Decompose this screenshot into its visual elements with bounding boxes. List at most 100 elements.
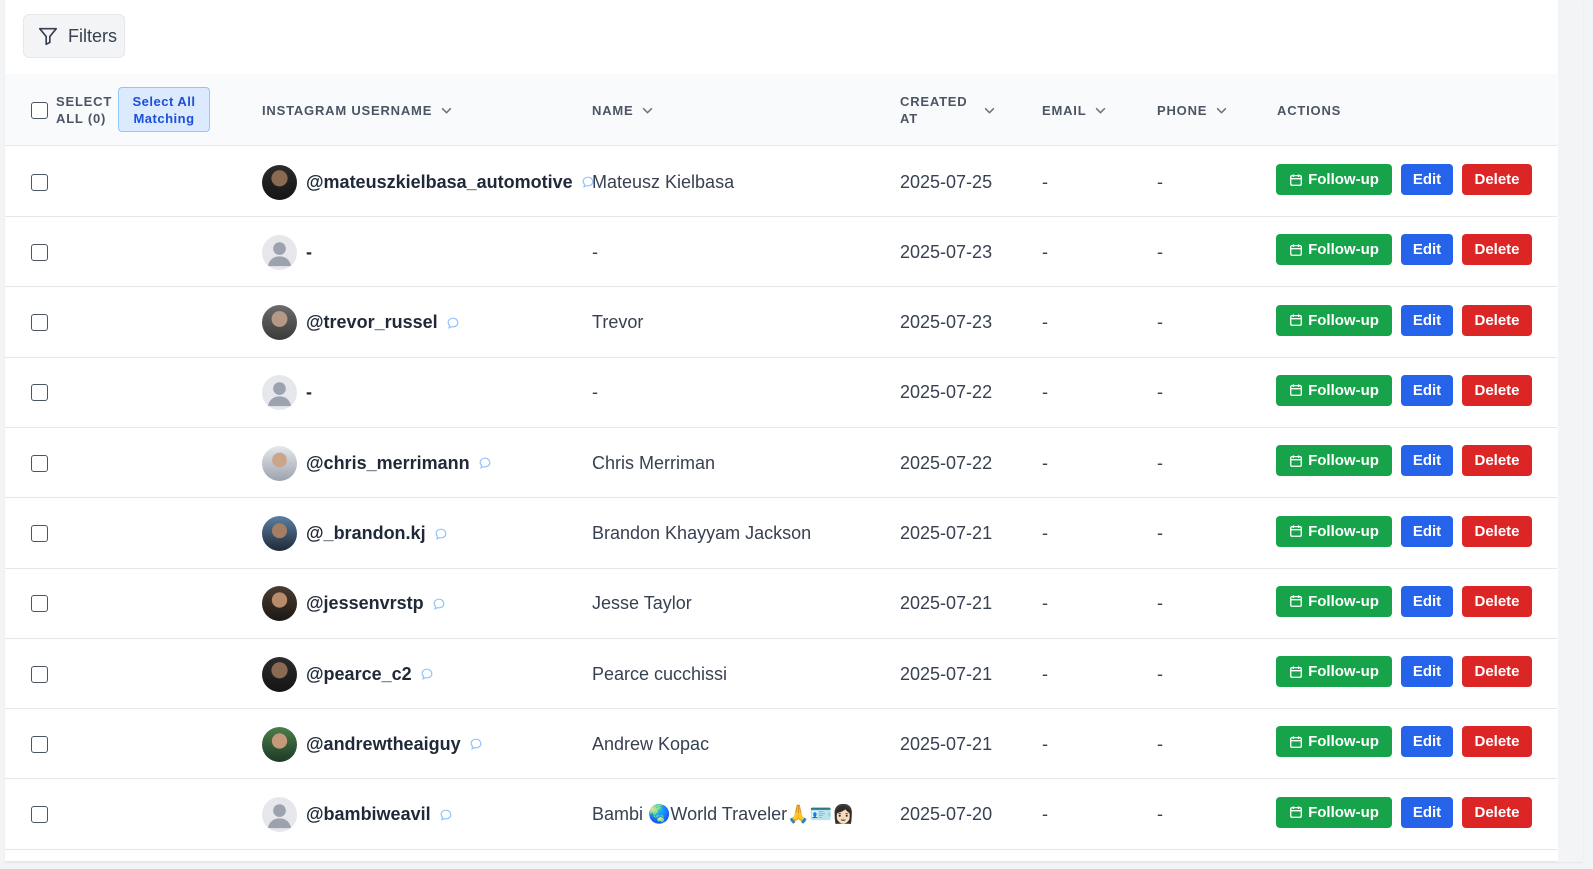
follow-up-button[interactable]: Follow-up	[1276, 656, 1392, 688]
chat-bubble-icon[interactable]	[469, 737, 483, 751]
select-all-label: SELECT ALL (0)	[56, 93, 112, 127]
chat-bubble-icon[interactable]	[446, 316, 460, 330]
edit-label: Edit	[1412, 311, 1442, 329]
follow-up-button[interactable]: Follow-up	[1276, 304, 1392, 336]
chat-bubble-icon[interactable]	[420, 667, 434, 681]
follow-up-label: Follow-up	[1308, 803, 1379, 821]
chat-bubble-icon[interactable]	[434, 527, 448, 541]
name-cell: Chris Merriman	[592, 428, 715, 498]
row-checkbox[interactable]	[31, 243, 48, 261]
follow-up-label: Follow-up	[1308, 311, 1379, 329]
edit-button[interactable]: Edit	[1401, 234, 1453, 266]
row-select-cell	[31, 780, 48, 850]
row-checkbox[interactable]	[31, 173, 48, 191]
delete-button[interactable]: Delete	[1462, 656, 1532, 688]
instagram-username[interactable]: @pearce_c2	[306, 664, 412, 685]
follow-up-label: Follow-up	[1308, 381, 1379, 399]
phone-cell: -	[1157, 569, 1163, 639]
email-value: -	[1042, 171, 1048, 192]
follow-up-button[interactable]: Follow-up	[1276, 164, 1392, 195]
phone-value: -	[1157, 171, 1163, 192]
row-checkbox[interactable]	[31, 665, 48, 683]
edit-label: Edit	[1412, 592, 1442, 610]
delete-button[interactable]: Delete	[1462, 585, 1532, 617]
column-header-created[interactable]: CREATED AT	[900, 74, 996, 146]
row-checkbox[interactable]	[31, 806, 48, 824]
column-header-actions: ACTIONS	[1277, 74, 1341, 146]
phone-cell: -	[1157, 147, 1163, 217]
table-row: - - 2025-07-23 - - Follow-up Edit Delete	[5, 217, 1557, 288]
edit-button[interactable]: Edit	[1401, 585, 1453, 617]
follow-up-button[interactable]: Follow-up	[1276, 726, 1392, 758]
lead-name: Brandon Khayyam Jackson	[592, 523, 812, 543]
select-all-checkbox[interactable]	[31, 101, 48, 119]
email-value: -	[1042, 804, 1048, 825]
column-header-email[interactable]: EMAIL	[1042, 74, 1107, 146]
edit-button[interactable]: Edit	[1401, 304, 1453, 336]
leads-panel: Filters SELECT ALL (0) Select All Matchi…	[5, 0, 1583, 862]
avatar	[262, 164, 297, 200]
username-cell: @pearce_c2	[262, 639, 434, 709]
follow-up-button[interactable]: Follow-up	[1276, 234, 1392, 266]
column-header-name[interactable]: NAME	[592, 74, 654, 146]
email-cell: -	[1042, 499, 1048, 569]
column-header-phone[interactable]: PHONE	[1157, 74, 1228, 146]
row-checkbox[interactable]	[31, 735, 48, 753]
instagram-username[interactable]: @bambiweavil	[306, 804, 431, 825]
instagram-username[interactable]: @trevor_russel	[306, 312, 438, 333]
row-checkbox[interactable]	[31, 595, 48, 613]
follow-up-button[interactable]: Follow-up	[1276, 374, 1392, 406]
follow-up-button[interactable]: Follow-up	[1276, 445, 1392, 477]
edit-button[interactable]: Edit	[1401, 656, 1453, 688]
edit-button[interactable]: Edit	[1401, 726, 1453, 758]
chevron-down-icon	[983, 104, 996, 117]
username-cell: @mateuszkielbasa_automotive	[262, 147, 595, 217]
follow-up-button[interactable]: Follow-up	[1276, 585, 1392, 617]
delete-button[interactable]: Delete	[1462, 726, 1532, 758]
row-checkbox[interactable]	[31, 525, 48, 542]
scrollbar-track[interactable]	[1558, 0, 1583, 862]
follow-up-label: Follow-up	[1308, 171, 1379, 188]
row-checkbox[interactable]	[31, 454, 48, 472]
instagram-username[interactable]: @_brandon.kj	[306, 523, 426, 544]
edit-button[interactable]: Edit	[1401, 515, 1453, 547]
delete-button[interactable]: Delete	[1462, 515, 1532, 547]
instagram-username[interactable]: @jessenvrstp	[306, 593, 424, 614]
table-row: @andrewtheaiguy Andrew Kopac 2025-07-21 …	[5, 709, 1557, 780]
phone-cell: -	[1157, 428, 1163, 498]
name-cell: Trevor	[592, 288, 643, 358]
phone-value: -	[1157, 382, 1163, 403]
calendar-icon	[1289, 383, 1303, 397]
phone-cell: -	[1157, 217, 1163, 287]
delete-button[interactable]: Delete	[1462, 445, 1532, 477]
edit-button[interactable]: Edit	[1401, 164, 1453, 195]
name-cell: Mateusz Kielbasa	[592, 147, 734, 217]
instagram-username[interactable]: @andrewtheaiguy	[306, 734, 461, 755]
row-checkbox[interactable]	[31, 384, 48, 402]
created-date: 2025-07-21	[900, 663, 993, 684]
delete-button[interactable]: Delete	[1462, 796, 1532, 828]
edit-button[interactable]: Edit	[1401, 374, 1453, 406]
chat-bubble-icon[interactable]	[478, 456, 492, 470]
instagram-username[interactable]: @mateuszkielbasa_automotive	[306, 172, 573, 193]
edit-button[interactable]: Edit	[1401, 796, 1453, 828]
column-header-username[interactable]: INSTAGRAM USERNAME	[262, 74, 453, 146]
delete-button[interactable]: Delete	[1462, 304, 1532, 336]
chat-bubble-icon[interactable]	[439, 808, 453, 822]
calendar-icon	[1289, 454, 1303, 468]
delete-label: Delete	[1474, 241, 1520, 259]
follow-up-button[interactable]: Follow-up	[1276, 796, 1392, 828]
chat-bubble-icon[interactable]	[432, 597, 446, 611]
delete-button[interactable]: Delete	[1462, 374, 1532, 406]
created-date: 2025-07-20	[900, 804, 993, 825]
follow-up-button[interactable]: Follow-up	[1276, 515, 1392, 547]
delete-button[interactable]: Delete	[1462, 164, 1532, 195]
edit-button[interactable]: Edit	[1401, 445, 1453, 477]
row-checkbox[interactable]	[31, 314, 48, 332]
instagram-username[interactable]: @chris_merrimann	[306, 453, 470, 474]
delete-button[interactable]: Delete	[1462, 234, 1532, 266]
created-date: 2025-07-22	[900, 382, 993, 403]
select-all-matching-button[interactable]: Select All Matching	[118, 87, 210, 132]
follow-up-label: Follow-up	[1308, 522, 1379, 540]
filters-button[interactable]: Filters	[23, 14, 125, 58]
